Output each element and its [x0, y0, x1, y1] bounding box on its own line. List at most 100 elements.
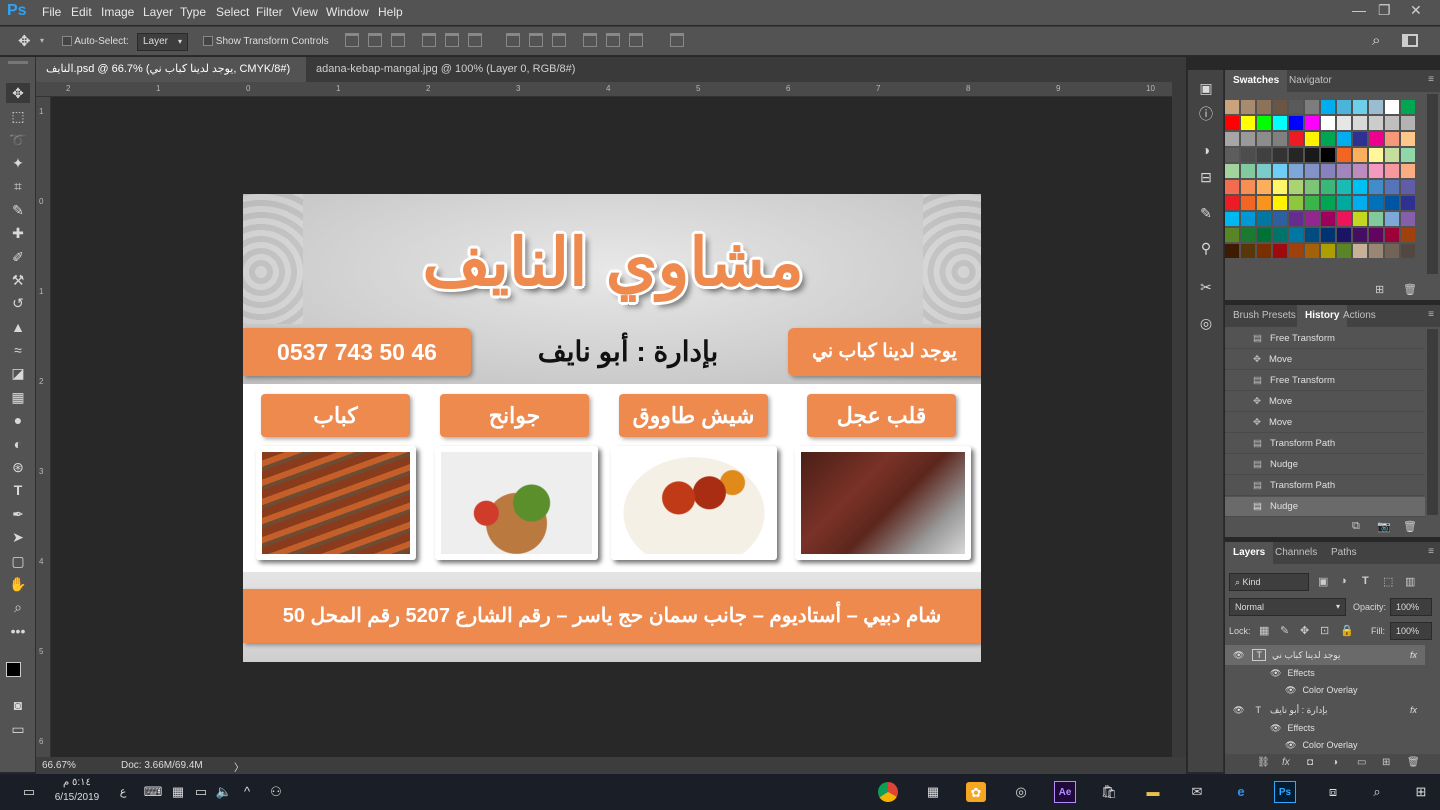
eyedropper-tool-icon[interactable]: ✎: [6, 200, 30, 220]
color-swatch[interactable]: [1241, 228, 1255, 242]
color-swatch[interactable]: [1321, 196, 1335, 210]
color-swatch[interactable]: [1225, 164, 1239, 178]
color-swatch[interactable]: [1305, 212, 1319, 226]
marquee-tool-icon[interactable]: ⬚: [6, 106, 30, 126]
eye-icon[interactable]: 👁: [1233, 705, 1244, 715]
filter-shape-icon[interactable]: ⬚: [1383, 575, 1393, 588]
layer-effect-row[interactable]: 👁 Color Overlay: [1225, 681, 1425, 699]
color-swatch[interactable]: [1273, 196, 1287, 210]
color-swatch[interactable]: [1289, 212, 1303, 226]
vertical-scrollbar[interactable]: [1172, 82, 1186, 757]
color-swatch[interactable]: [1385, 148, 1399, 162]
tab-document-1[interactable]: النايف.psd @ 66.7% (يوجد لدينا كباب ني, …: [36, 57, 306, 100]
color-swatch[interactable]: [1353, 212, 1367, 226]
lock-pixels-icon[interactable]: ✎: [1280, 624, 1289, 637]
history-scrollbar[interactable]: [1427, 329, 1438, 515]
zoom-level[interactable]: 66.67%: [42, 760, 76, 771]
align-left-edges-icon[interactable]: [422, 33, 436, 47]
color-swatch[interactable]: [1273, 100, 1287, 114]
blend-mode-dropdown[interactable]: Normal ▾: [1229, 598, 1346, 616]
eye-icon[interactable]: 👁: [1270, 668, 1281, 678]
distribute-top-icon[interactable]: [506, 33, 520, 47]
adjustment-layer-icon[interactable]: ◑: [1332, 757, 1338, 768]
color-swatch[interactable]: [1257, 228, 1271, 242]
color-swatch[interactable]: [1289, 180, 1303, 194]
hand-tool-icon[interactable]: ✋: [6, 574, 30, 594]
color-swatch[interactable]: [1241, 244, 1255, 258]
color-swatch[interactable]: [1289, 116, 1303, 130]
color-swatch[interactable]: [1385, 212, 1399, 226]
trash-icon[interactable]: 🗑: [1403, 283, 1417, 296]
dodge-tool-icon[interactable]: ◐: [6, 434, 30, 454]
language-indicator[interactable]: ع: [112, 781, 134, 803]
color-swatch[interactable]: [1321, 100, 1335, 114]
color-swatch[interactable]: [1401, 180, 1415, 194]
blur-tool-icon[interactable]: ●: [6, 410, 30, 430]
zoom-tool-icon[interactable]: ⌕: [6, 597, 30, 617]
taskbar-time[interactable]: ٥:١٤ م: [52, 777, 102, 788]
tab-layers[interactable]: Layers: [1225, 542, 1274, 564]
trash-icon[interactable]: 🗑: [1407, 757, 1420, 768]
auto-align-icon[interactable]: [670, 33, 684, 47]
color-swatch[interactable]: [1369, 180, 1383, 194]
color-swatch[interactable]: [1289, 100, 1303, 114]
eraser-tool-icon[interactable]: ◪: [6, 363, 30, 383]
distribute-left-icon[interactable]: [583, 33, 597, 47]
quick-mask-icon[interactable]: ◙: [6, 695, 30, 715]
opacity-input[interactable]: 100%: [1390, 598, 1432, 616]
color-swatch[interactable]: [1241, 212, 1255, 226]
task-view-icon[interactable]: ⧈: [1322, 781, 1344, 803]
color-swatch[interactable]: [1273, 148, 1287, 162]
color-swatch[interactable]: [1401, 244, 1415, 258]
move-tool-icon[interactable]: ✥: [6, 83, 30, 103]
color-swatch[interactable]: [1241, 100, 1255, 114]
photoshop-taskbar-icon[interactable]: Ps: [1274, 781, 1296, 803]
color-swatch[interactable]: [1225, 196, 1239, 210]
color-swatch[interactable]: [1273, 116, 1287, 130]
lock-all-icon[interactable]: 🔒: [1340, 624, 1354, 637]
distribute-hcenter-icon[interactable]: [606, 33, 620, 47]
color-swatch[interactable]: [1321, 180, 1335, 194]
color-swatch[interactable]: [1305, 196, 1319, 210]
menu-layer[interactable]: Layer: [143, 5, 173, 19]
color-swatch[interactable]: [1337, 212, 1351, 226]
lasso-tool-icon[interactable]: ➰: [6, 130, 30, 150]
toolbar-grip[interactable]: [8, 61, 28, 64]
color-swatch[interactable]: [1273, 132, 1287, 146]
color-swatch[interactable]: [1289, 164, 1303, 178]
color-swatch[interactable]: [1241, 116, 1255, 130]
color-swatch[interactable]: [1337, 228, 1351, 242]
color-swatch[interactable]: [1353, 164, 1367, 178]
shape-tool-icon[interactable]: ▢: [6, 551, 30, 571]
edge-icon[interactable]: e: [1230, 781, 1252, 803]
color-swatch[interactable]: [1385, 100, 1399, 114]
color-swatch[interactable]: [1241, 132, 1255, 146]
color-swatch[interactable]: [1337, 244, 1351, 258]
search-icon[interactable]: ⌕: [1366, 781, 1388, 803]
color-swatch[interactable]: [1257, 212, 1271, 226]
wifi-icon[interactable]: ^: [236, 781, 258, 803]
color-swatch[interactable]: [1401, 148, 1415, 162]
color-swatch[interactable]: [1401, 228, 1415, 242]
sponge-tool-icon[interactable]: ⊛: [6, 457, 30, 477]
store-icon[interactable]: 🛍: [1098, 781, 1120, 803]
path-selection-icon[interactable]: ➤: [6, 527, 30, 547]
color-swatch[interactable]: [1353, 148, 1367, 162]
color-swatch[interactable]: [1289, 228, 1303, 242]
color-swatch[interactable]: [1401, 164, 1415, 178]
color-swatch[interactable]: [1257, 132, 1271, 146]
color-swatch[interactable]: [1385, 228, 1399, 242]
color-swatch[interactable]: [1305, 244, 1319, 258]
color-swatch[interactable]: [1257, 180, 1271, 194]
add-mask-icon[interactable]: ◘: [1307, 757, 1313, 768]
color-swatch[interactable]: [1257, 244, 1271, 258]
color-swatch[interactable]: [1305, 132, 1319, 146]
panel-menu-icon[interactable]: ≡: [1428, 309, 1434, 320]
color-swatch[interactable]: [1353, 100, 1367, 114]
move-tool-icon[interactable]: ✥: [18, 32, 31, 50]
history-item[interactable]: ✥ Move: [1225, 392, 1425, 412]
stamp-icon[interactable]: ▲: [6, 317, 30, 337]
history-brush-icon[interactable]: ↺: [6, 293, 30, 313]
color-swatch[interactable]: [1353, 244, 1367, 258]
pen-tool-icon[interactable]: ✒: [6, 504, 30, 524]
